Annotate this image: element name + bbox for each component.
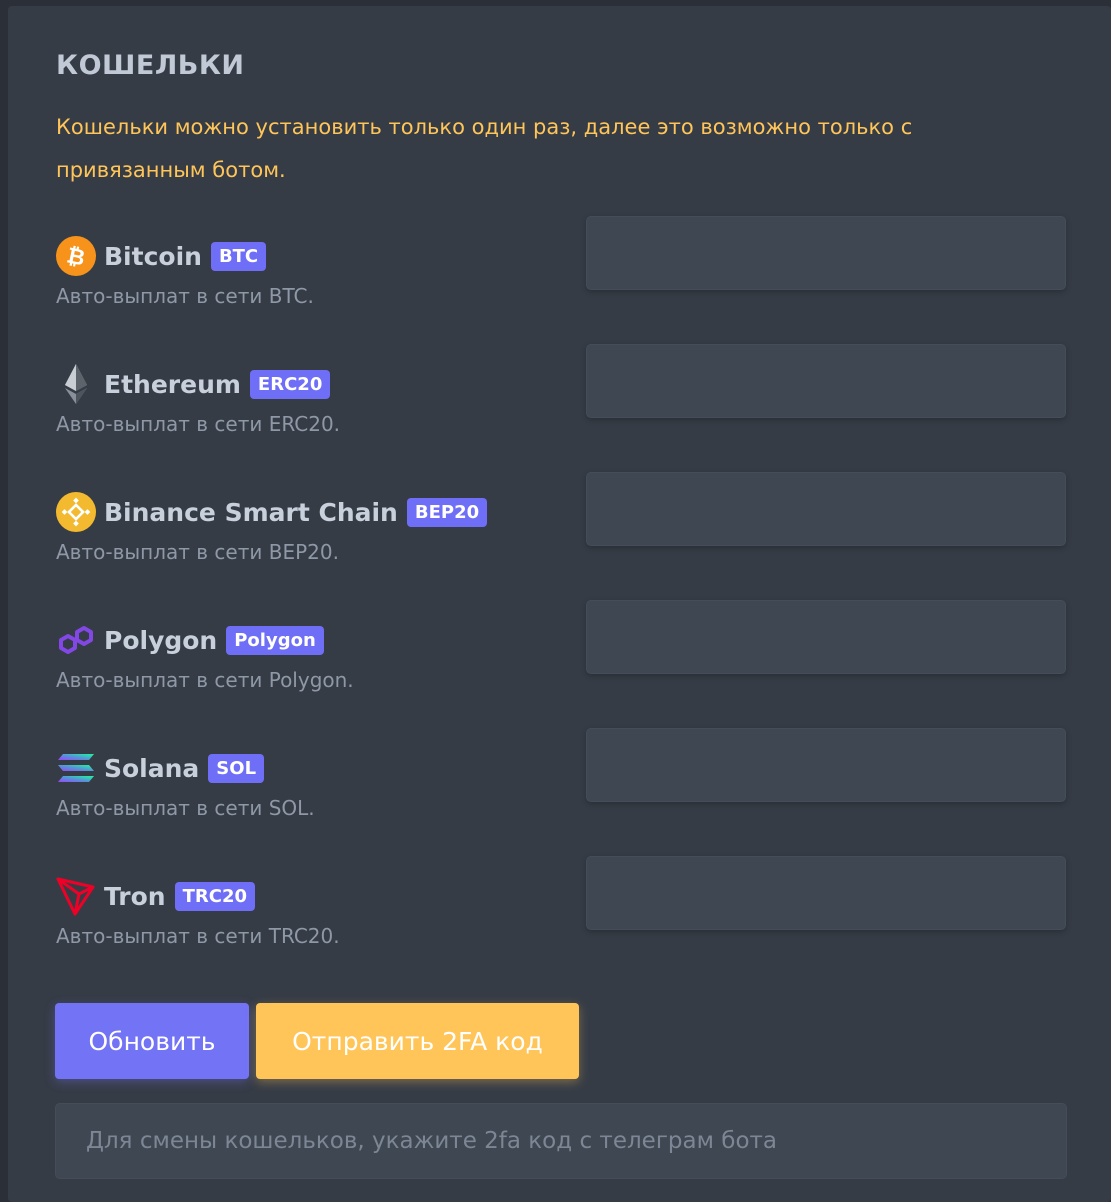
network-badge: SOL [208,753,265,783]
section-title: КОШЕЛЬКИ [56,50,245,81]
wallet-notice: Кошельки можно установить только один ра… [56,115,913,182]
update-button[interactable]: Обновить [55,1003,249,1079]
binance-icon [56,492,96,532]
wallet-row-solana: Solana SOL Авто-выплат в сети SOL. [56,728,1067,824]
solana-icon [56,748,96,788]
wallet-name: Solana [104,753,200,783]
bitcoin-icon: ₿ [56,236,96,276]
network-badge: ERC20 [249,369,331,399]
wallet-name: Ethereum [104,369,241,399]
ethereum-icon [56,364,96,404]
wallet-name: Tron [104,881,166,911]
2fa-code-input[interactable] [55,1103,1067,1179]
wallet-description: Авто-выплат в сети TRC20. [56,924,340,948]
ethereum-wallet-input[interactable] [586,344,1066,418]
network-badge: Polygon [226,625,324,655]
wallet-row-tron: Tron TRC20 Авто-выплат в сети TRC20. [56,856,1067,952]
solana-wallet-input[interactable] [586,728,1066,802]
network-badge: BTC [210,241,267,271]
wallet-name: Polygon [104,625,218,655]
network-badge: TRC20 [174,881,256,911]
wallet-row-polygon: Polygon Polygon Авто-выплат в сети Polyg… [56,600,1067,696]
send-2fa-code-button[interactable]: Отправить 2FA код [256,1003,579,1079]
wallet-description: Авто-выплат в сети SOL. [56,796,315,820]
bitcoin-wallet-input[interactable] [586,216,1066,290]
wallet-name: Bitcoin [104,241,202,271]
polygon-icon [56,620,96,660]
wallet-name: Binance Smart Chain [104,497,398,527]
wallet-description: Авто-выплат в сети BTC. [56,284,314,308]
wallet-description: Авто-выплат в сети ERC20. [56,412,341,436]
wallet-description: Авто-выплат в сети Polygon. [56,668,354,692]
wallets-card: КОШЕЛЬКИ Кошельки можно установить тольк… [8,6,1111,1202]
wallet-row-binance: Binance Smart Chain BEP20 Авто-выплат в … [56,472,1067,568]
tron-wallet-input[interactable] [586,856,1066,930]
binance-wallet-input[interactable] [586,472,1066,546]
network-badge: BEP20 [406,497,488,527]
wallet-row-ethereum: Ethereum ERC20 Авто-выплат в сети ERC20. [56,344,1067,440]
polygon-wallet-input[interactable] [586,600,1066,674]
wallet-row-bitcoin: ₿ Bitcoin BTC Авто-выплат в сети BTC. [56,216,1067,312]
wallet-description: Авто-выплат в сети BEP20. [56,540,339,564]
tron-icon [56,876,96,916]
